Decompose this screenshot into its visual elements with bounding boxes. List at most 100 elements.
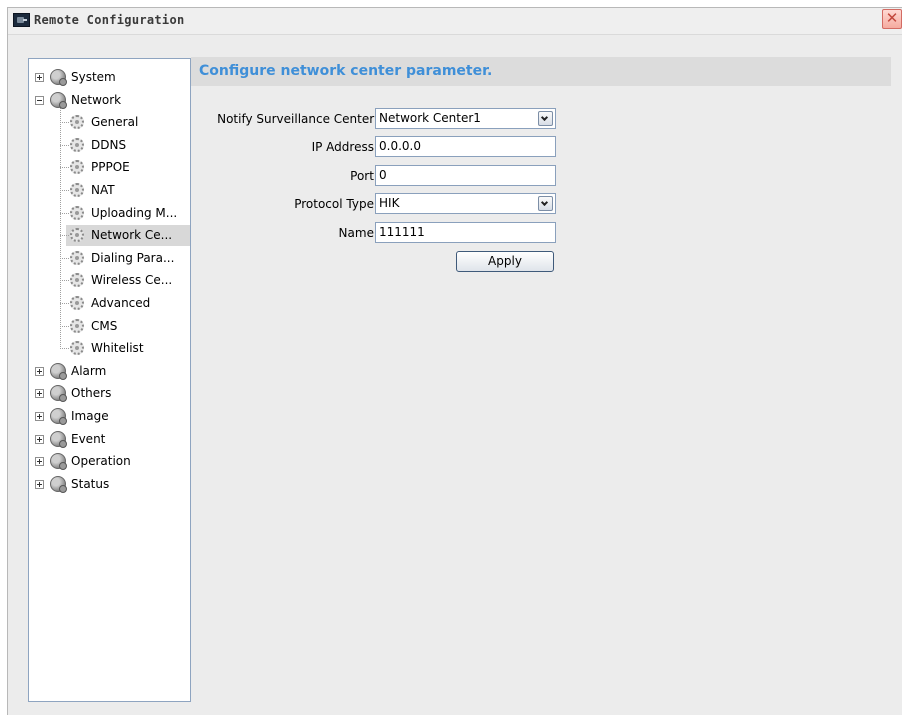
tree-item-wireless-ce[interactable]: Wireless Ce... [29, 270, 190, 291]
protocol-type-label: Protocol Type: [294, 197, 378, 211]
tree-item-label: General [91, 115, 139, 130]
tree-item-network-ce[interactable]: Network Ce... [29, 225, 190, 246]
expand-plus-icon[interactable] [35, 434, 44, 444]
notify-center-label: Notify Surveillance Center: [217, 112, 378, 126]
tree-item-label: Others [71, 386, 112, 401]
title-bar[interactable]: Remote Configuration ✕ [8, 8, 902, 35]
tree-item-label: Whitelist [91, 341, 144, 356]
tree-item-label: Image [71, 409, 109, 423]
tree-item-label: PPPOE [91, 160, 130, 175]
expand-plus-icon[interactable] [35, 366, 44, 376]
tree-branch-line [60, 348, 69, 350]
tree-item-system[interactable]: System [29, 67, 190, 88]
page-title: Configure network center parameter. [199, 63, 493, 79]
tree-item-label: Uploading M... [91, 205, 178, 220]
app-camera-icon [13, 13, 30, 27]
tree-item-cms[interactable]: CMS [29, 316, 190, 337]
gear-icon [70, 318, 84, 333]
tree-branch-line [60, 257, 69, 259]
protocol-type-value: HIK [379, 196, 400, 210]
tree-item-label: Dialing Para... [91, 250, 175, 265]
tree-item-label: Alarm [71, 363, 107, 378]
tree-item-status[interactable]: Status [29, 474, 190, 495]
tree-item-network[interactable]: Network [29, 90, 190, 111]
expand-plus-icon[interactable] [35, 73, 44, 82]
globe-icon [50, 408, 67, 425]
port-value: 0 [379, 168, 387, 182]
expand-plus-icon[interactable] [35, 412, 44, 421]
globe-icon [50, 385, 67, 403]
gear-icon [70, 160, 84, 175]
tree-item-label: Operation [71, 454, 131, 469]
tree-item-dialing-para[interactable]: Dialing Para... [29, 248, 190, 269]
gear-icon [70, 115, 84, 130]
port-input[interactable]: 0 [375, 165, 556, 186]
tree-item-label: Network Ce... [91, 228, 173, 243]
tree-item-label: Wireless Ce... [91, 273, 173, 288]
globe-icon [50, 69, 67, 86]
gear-icon [70, 205, 84, 220]
tree-item-nat[interactable]: NAT [29, 180, 190, 201]
name-input[interactable]: 111111 [375, 222, 556, 243]
protocol-type-select[interactable]: HIK [375, 193, 556, 214]
expand-plus-icon[interactable] [35, 389, 44, 399]
tree-branch-line [60, 303, 69, 304]
tree-branch-line [60, 325, 69, 327]
gear-icon [70, 296, 84, 310]
tree-item-uploading-m[interactable]: Uploading M... [29, 203, 190, 224]
tree-item-image[interactable]: Image [29, 406, 190, 427]
gear-icon [70, 228, 84, 243]
ip-address-input[interactable]: 0.0.0.0 [375, 136, 556, 157]
tree-branch-line [60, 122, 69, 124]
tree-item-others[interactable]: Others [29, 383, 190, 404]
gear-icon [70, 273, 84, 288]
tree-item-general[interactable]: General [29, 112, 190, 133]
tree-item-event[interactable]: Event [29, 429, 190, 450]
tree-item-advanced[interactable]: Advanced [29, 293, 190, 314]
tree-item-label: System [71, 70, 116, 84]
gear-icon [70, 183, 84, 197]
tree-item-label: DDNS [91, 137, 127, 152]
gear-icon [70, 341, 84, 356]
tree-item-operation[interactable]: Operation [29, 451, 190, 472]
port-label: Port: [350, 169, 378, 183]
globe-icon [50, 91, 67, 109]
tree-branch-line [60, 280, 69, 282]
chevron-down-icon[interactable] [538, 111, 553, 126]
section-header: Configure network center parameter. [191, 57, 891, 86]
tree-item-label: Event [71, 431, 106, 446]
name-value: 111111 [379, 225, 425, 239]
ip-address-value: 0.0.0.0 [379, 139, 421, 153]
tree-item-label: Status [71, 476, 110, 491]
tree-item-label: Advanced [91, 296, 151, 310]
tree-item-label: CMS [91, 318, 118, 333]
tree-item-alarm[interactable]: Alarm [29, 361, 190, 382]
collapse-minus-icon[interactable] [35, 95, 44, 105]
globe-icon [50, 453, 67, 471]
globe-icon [50, 430, 67, 448]
window-title: Remote Configuration [34, 13, 185, 27]
apply-button[interactable]: Apply [456, 251, 554, 272]
globe-icon [50, 362, 67, 380]
remote-configuration-window: Remote Configuration ✕ System Network Gene… [7, 7, 902, 715]
tree-branch-line [60, 144, 69, 146]
tree-branch-line [60, 190, 69, 191]
globe-icon [50, 475, 67, 493]
gear-icon [70, 250, 84, 265]
notify-center-select[interactable]: Network Center1 [375, 108, 556, 129]
tree-branch-line [60, 212, 69, 214]
tree-item-pppoe[interactable]: PPPOE [29, 157, 190, 178]
gear-icon [70, 137, 84, 152]
name-label: Name: [338, 226, 378, 240]
tree-item-ddns[interactable]: DDNS [29, 135, 190, 156]
close-button[interactable]: ✕ [882, 9, 902, 29]
tree-branch-line [60, 235, 69, 237]
tree-item-label: Network [71, 92, 122, 107]
chevron-down-icon[interactable] [538, 196, 553, 211]
expand-plus-icon[interactable] [35, 479, 44, 489]
notify-center-value: Network Center1 [379, 111, 481, 125]
expand-plus-icon[interactable] [35, 457, 44, 467]
config-tree: System Network General DDNS PPPOE NAT Uploadin… [28, 58, 191, 702]
tree-branch-line [60, 167, 69, 169]
tree-item-whitelist[interactable]: Whitelist [29, 338, 190, 359]
